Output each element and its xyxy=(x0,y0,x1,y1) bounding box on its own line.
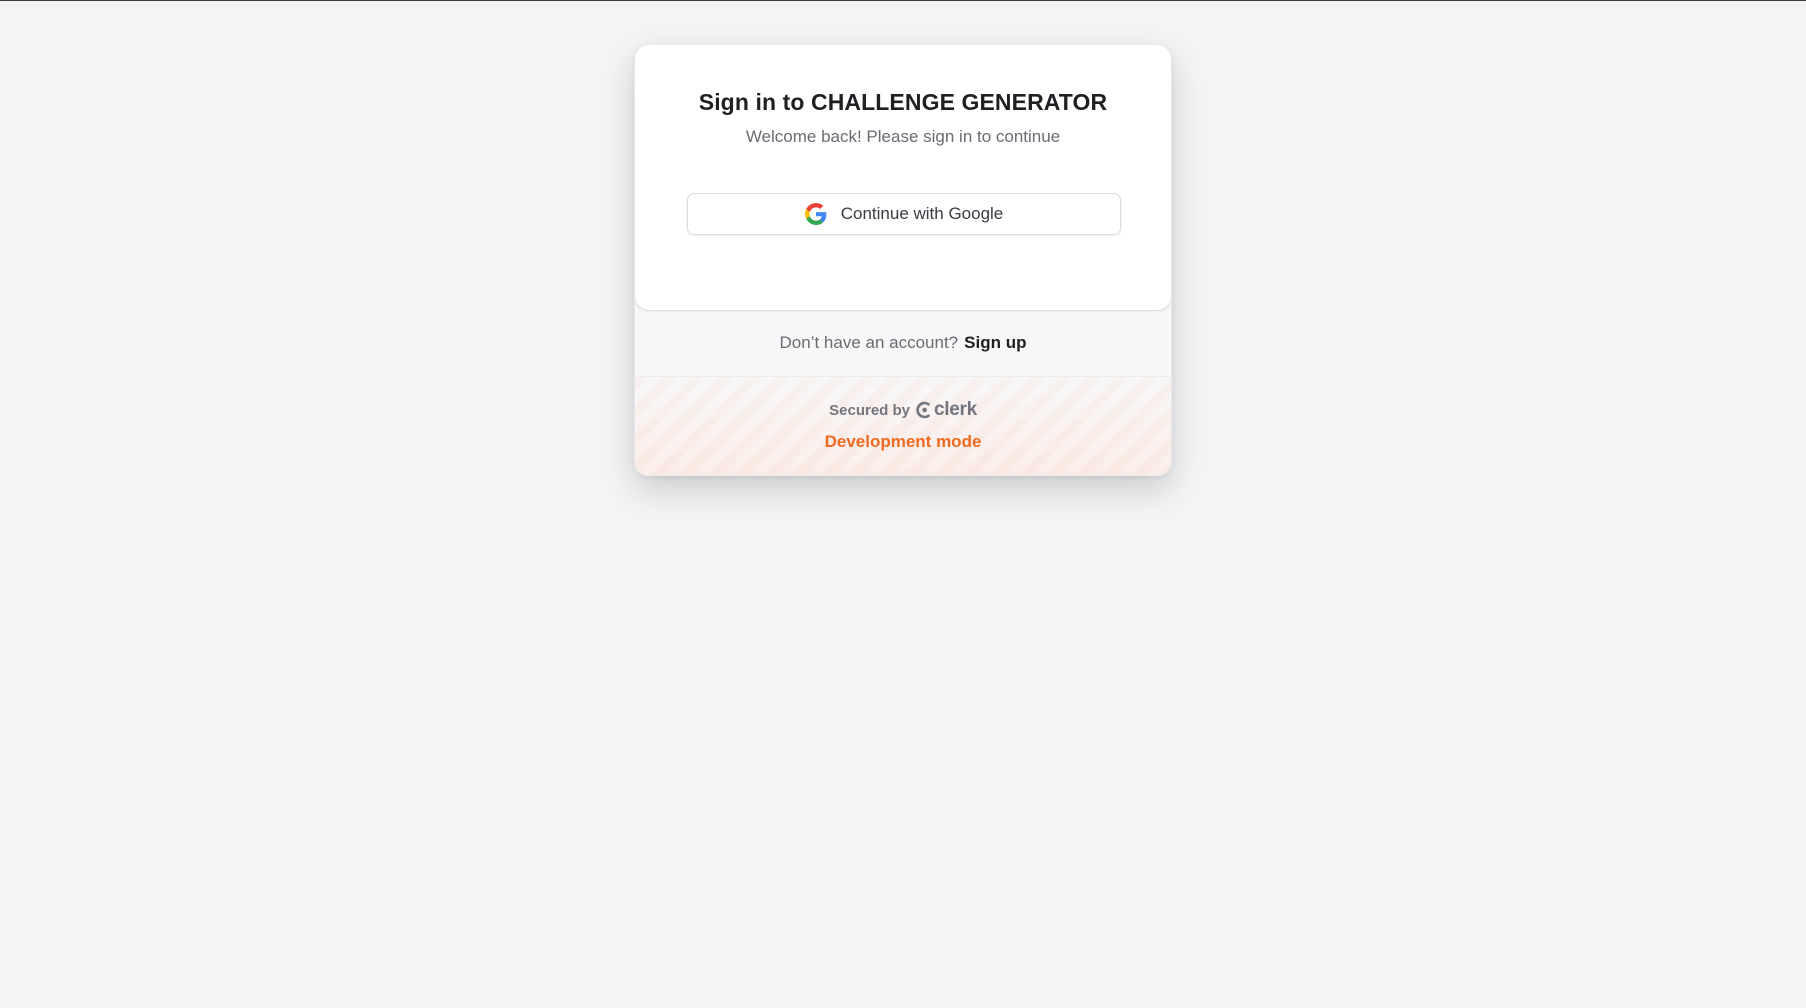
secured-by-label: Secured by xyxy=(829,401,910,419)
page-title: Sign in to CHALLENGE GENERATOR xyxy=(698,89,1108,115)
continue-with-google-button[interactable]: Continue with Google xyxy=(687,193,1121,235)
clerk-logo[interactable]: clerk xyxy=(916,399,977,421)
secured-by-row: Secured by clerk xyxy=(635,399,1171,421)
page-subtitle: Welcome back! Please sign in to continue xyxy=(745,127,1061,146)
signup-row: Don’t have an account? Sign up xyxy=(635,310,1171,376)
top-border xyxy=(0,0,1806,1)
signup-link[interactable]: Sign up xyxy=(964,333,1026,353)
continue-with-google-label: Continue with Google xyxy=(840,204,1004,223)
signin-card: Sign in to CHALLENGE GENERATOR Welcome b… xyxy=(634,44,1172,476)
development-mode-label: Development mode xyxy=(824,432,982,451)
clerk-icon xyxy=(916,401,932,419)
clerk-wordmark: clerk xyxy=(934,399,977,420)
signin-main-panel: Sign in to CHALLENGE GENERATOR Welcome b… xyxy=(635,45,1171,310)
google-icon xyxy=(804,203,827,225)
signup-prompt: Don’t have an account? xyxy=(779,333,959,352)
card-footer: Secured by clerk Development mode xyxy=(635,377,1171,475)
